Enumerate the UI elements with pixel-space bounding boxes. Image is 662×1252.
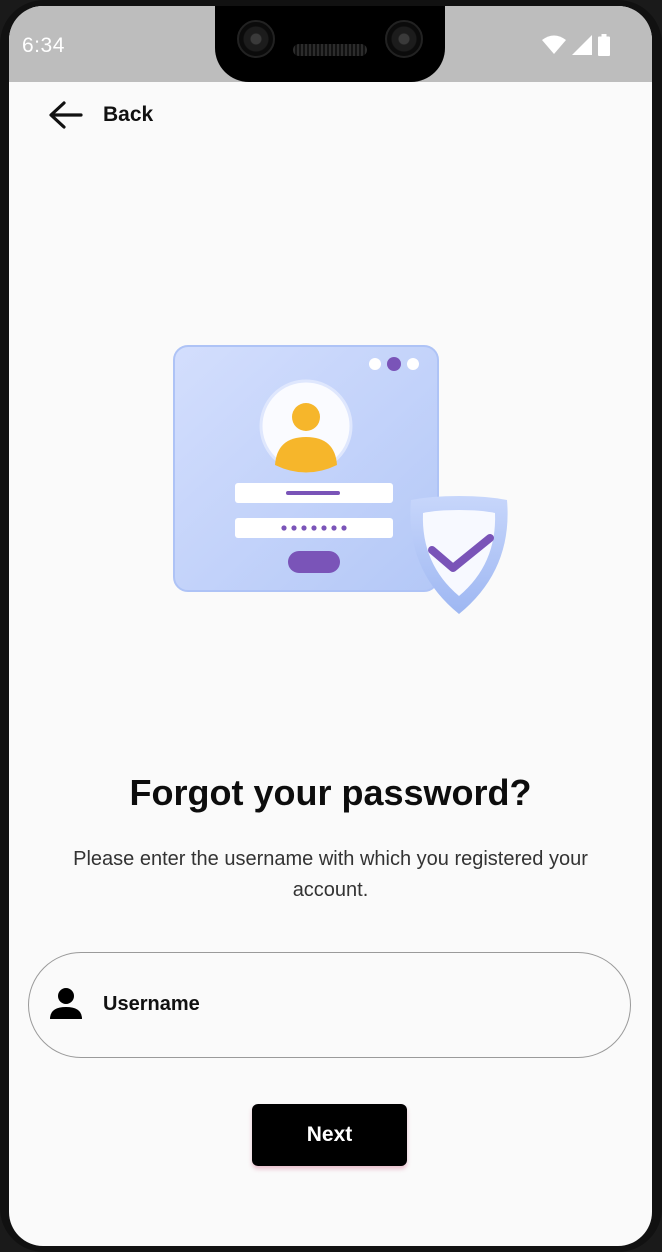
front-camera-left: [237, 20, 275, 58]
account-security-illustration: [169, 340, 509, 615]
screen: 6:34 Back Forgot your password? Please e…: [9, 6, 652, 1246]
status-time: 6:34: [22, 34, 65, 57]
earpiece-speaker: [293, 44, 367, 56]
username-input[interactable]: [103, 983, 583, 1025]
page-subtitle: Please enter the username with which you…: [73, 848, 588, 901]
front-camera-right: [385, 20, 423, 58]
status-icons: [542, 34, 610, 56]
page-title: Forgot your password?: [129, 772, 532, 813]
next-button[interactable]: Next: [252, 1104, 407, 1166]
camera-notch: [215, 6, 445, 82]
arrow-left-icon: [49, 101, 83, 129]
person-icon: [50, 988, 82, 1019]
battery-icon: [598, 34, 610, 56]
signal-icon: [572, 35, 592, 55]
username-field[interactable]: [28, 952, 631, 1058]
back-label: Back: [103, 103, 154, 126]
wifi-icon: [542, 35, 566, 54]
back-button[interactable]: Back: [47, 100, 153, 130]
phone-frame: 6:34 Back Forgot your password? Please e…: [0, 0, 662, 1252]
